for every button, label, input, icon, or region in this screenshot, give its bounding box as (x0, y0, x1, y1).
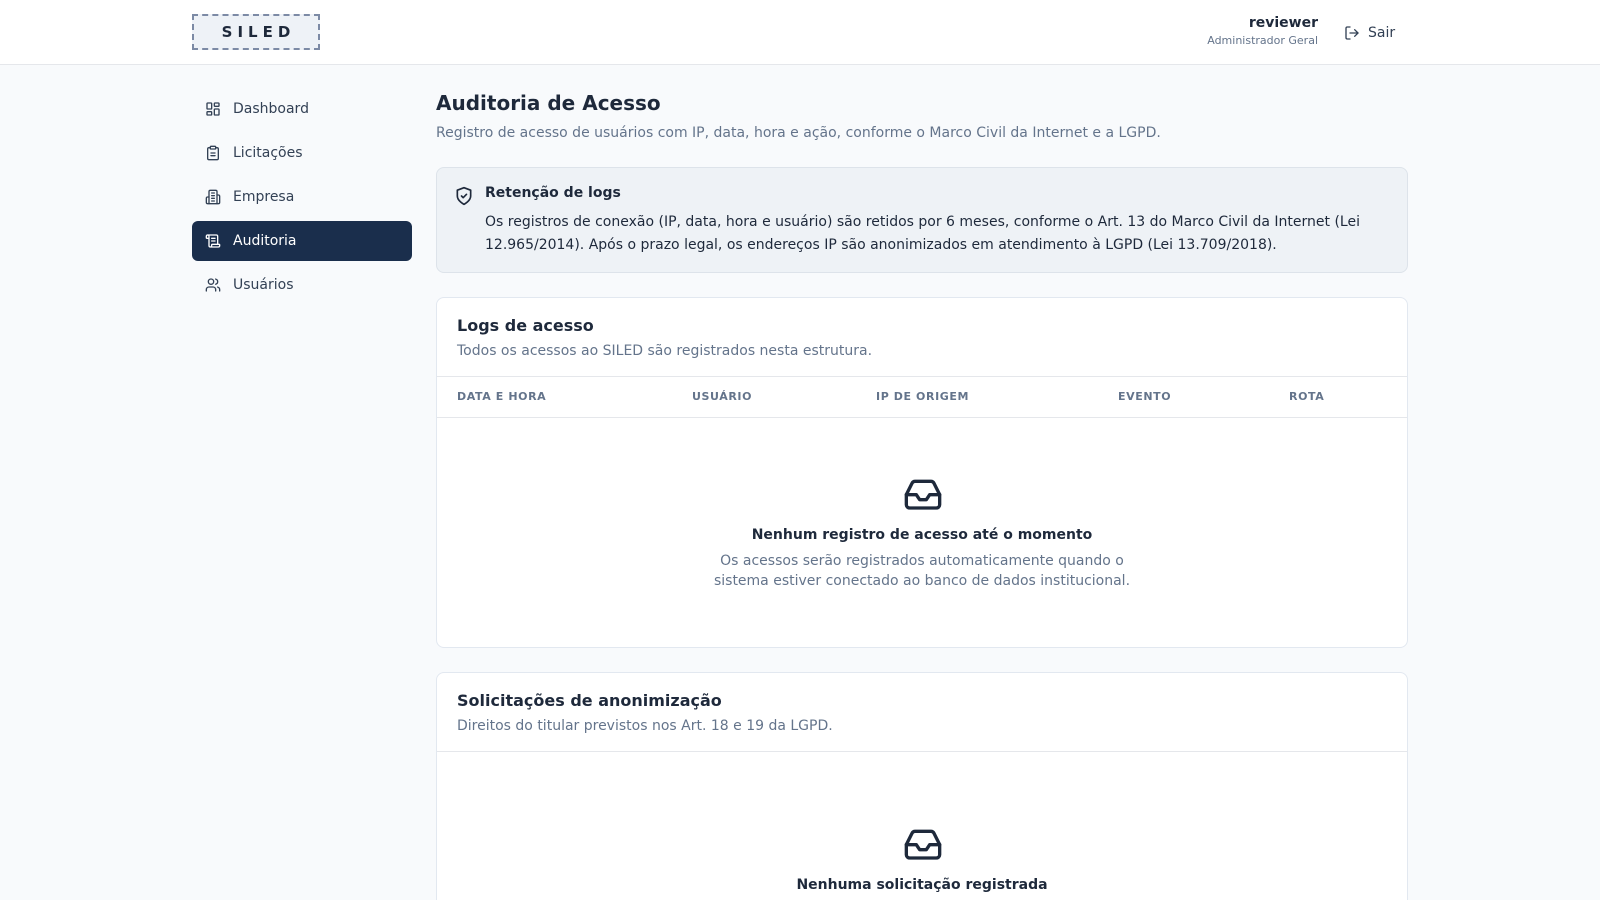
page-subtitle: Registro de acesso de usuários com IP, d… (436, 125, 1161, 141)
main-content: Auditoria de Acesso Registro de acesso d… (436, 89, 1408, 900)
logout-icon (1345, 26, 1359, 40)
column-header-datetime[interactable]: DATA E HORA (457, 390, 546, 403)
sidebar-item-usuarios[interactable]: Usuários (192, 265, 412, 305)
card-header: Logs de acesso Todos os acessos ao SILED… (437, 298, 1407, 377)
notice-title: Retenção de logs (485, 185, 621, 201)
empty-state: Nenhum registro de acesso até o momento … (437, 418, 1407, 647)
access-logs-card: Logs de acesso Todos os acessos ao SILED… (436, 297, 1408, 648)
retention-notice: Retenção de logs Os registros de conexão… (436, 167, 1408, 273)
sidebar-item-auditoria[interactable]: Auditoria (192, 221, 412, 261)
column-header-ip[interactable]: IP DE ORIGEM (876, 390, 969, 403)
empty-state-title: Nenhuma solicitação registrada (796, 877, 1048, 893)
logout-label: Sair (1368, 25, 1396, 41)
sidebar-item-label: Dashboard (233, 101, 309, 117)
shield-check-icon (456, 186, 472, 206)
empty-state-title: Nenhum registro de acesso até o momento (751, 527, 1093, 543)
user-role: Administrador Geral (1207, 34, 1318, 47)
sidebar-item-label: Usuários (233, 277, 294, 293)
card-title: Solicitações de anonimização (457, 691, 722, 710)
inbox-icon (904, 829, 942, 860)
user-name: reviewer (1248, 15, 1318, 31)
anonymization-requests-card: Solicitações de anonimização Direitos do… (436, 672, 1408, 900)
building-icon (205, 189, 221, 205)
sidebar-item-empresa[interactable]: Empresa (192, 177, 412, 217)
card-title: Logs de acesso (457, 316, 594, 335)
notice-text: Os registros de conexão (IP, data, hora … (485, 214, 1360, 253)
sidebar-item-dashboard[interactable]: Dashboard (192, 89, 412, 129)
card-subtitle: Todos os acessos ao SILED são registrado… (457, 343, 873, 359)
column-header-event[interactable]: EVENTO (1118, 390, 1171, 403)
inbox-icon (904, 479, 942, 510)
users-icon (205, 278, 221, 292)
card-subtitle: Direitos do titular previstos nos Art. 1… (457, 718, 833, 734)
sidebar-item-label: Auditoria (233, 233, 297, 249)
clipboard-icon (207, 145, 219, 161)
logo[interactable]: SILED (192, 14, 320, 50)
logout-button[interactable]: Sair (1344, 22, 1395, 44)
sidebar-item-licitacoes[interactable]: Licitações (192, 133, 412, 173)
sidebar: Dashboard Licitações Empresa Auditoria U… (192, 89, 412, 309)
page-title: Auditoria de Acesso (436, 91, 661, 115)
audit-scroll-icon (205, 234, 221, 248)
table-header: DATA E HORA USUÁRIO IP DE ORIGEM EVENTO … (437, 377, 1407, 418)
column-header-user[interactable]: USUÁRIO (692, 390, 752, 403)
top-bar: SILED reviewer Administrador Geral Sair (0, 0, 1600, 65)
column-header-route[interactable]: ROTA (1289, 390, 1324, 403)
user-info: reviewer Administrador Geral (1207, 14, 1318, 49)
sidebar-item-label: Licitações (233, 145, 303, 161)
dashboard-icon (206, 102, 220, 116)
empty-state-description: Os acessos serão registrados automaticam… (713, 553, 1131, 589)
sidebar-item-label: Empresa (233, 189, 295, 205)
card-header: Solicitações de anonimização Direitos do… (437, 673, 1407, 752)
empty-state: Nenhuma solicitação registrada (437, 752, 1407, 900)
